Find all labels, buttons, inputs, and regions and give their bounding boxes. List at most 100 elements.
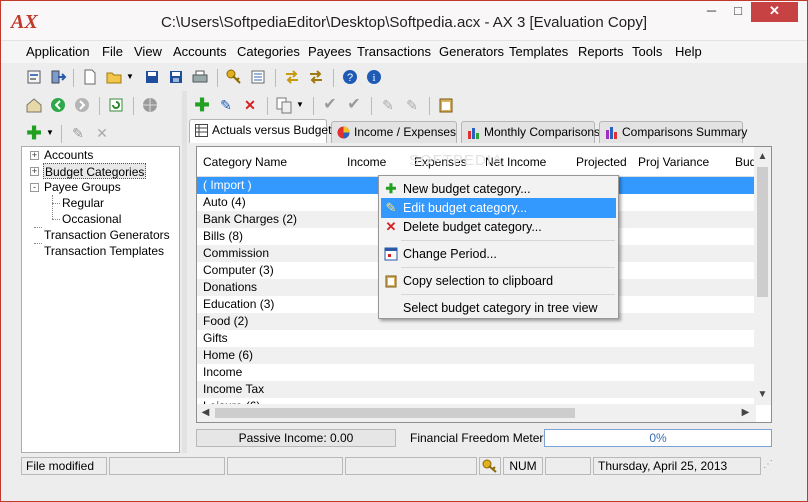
menu-item-edit-budget-category[interactable]: ✎ Edit budget category... (381, 198, 616, 218)
clear-icon[interactable]: ✎ (379, 96, 397, 114)
menu-generators[interactable]: Generators (439, 44, 504, 59)
menu-view[interactable]: View (134, 44, 162, 59)
dropdown-arrow-icon[interactable]: ▼ (45, 124, 55, 142)
delete-icon[interactable]: ✕ (241, 96, 259, 114)
keys-icon[interactable] (225, 68, 243, 86)
help-icon[interactable]: ? (341, 68, 359, 86)
new-file-icon[interactable] (81, 68, 99, 86)
title-bar[interactable]: AX C:\Users\SoftpediaEditor\Desktop\Soft… (1, 1, 807, 41)
column-header-category-name[interactable]: Category Name (203, 155, 287, 169)
edit-icon[interactable]: ✎ (69, 124, 87, 142)
clear-all-icon[interactable]: ✎ (403, 96, 421, 114)
scroll-down-icon[interactable]: ▼ (754, 389, 771, 400)
grid-toolbar: ✚ ✎ ✕ ▼ ✔ ✔ ✎ ✎ (189, 93, 789, 119)
tab-label: Comparisons Summary (622, 125, 748, 139)
forward-icon[interactable] (73, 96, 91, 114)
tree-node-transaction-generators[interactable]: Transaction Generators (44, 227, 170, 243)
menu-help[interactable]: Help (675, 44, 702, 59)
menu-categories[interactable]: Categories (237, 44, 300, 59)
save-as-icon[interactable] (167, 68, 185, 86)
tree-node-occasional[interactable]: Occasional (62, 211, 121, 227)
menu-payees[interactable]: Payees (308, 44, 351, 59)
table-row[interactable]: Income (197, 364, 755, 381)
copy-icon[interactable] (275, 96, 293, 114)
open-folder-icon[interactable] (105, 68, 123, 86)
add-icon[interactable]: ✚ (193, 96, 211, 114)
menu-item-label: New budget category... (403, 182, 531, 196)
globe-icon[interactable] (141, 96, 159, 114)
menu-templates[interactable]: Templates (509, 44, 568, 59)
swap-alt-icon[interactable] (307, 68, 325, 86)
minimize-button[interactable]: ─ (698, 2, 725, 22)
table-row[interactable]: Home (6) (197, 347, 755, 364)
edit-icon[interactable]: ✎ (217, 96, 235, 114)
menu-accounts[interactable]: Accounts (173, 44, 226, 59)
resize-grip-icon[interactable]: ⋰ (763, 457, 781, 475)
status-bar: File modified NUM Thursday, April 25, 20… (21, 456, 807, 476)
menu-item-select-in-tree[interactable]: Select budget category in tree view (381, 298, 616, 318)
check-all-icon[interactable]: ✔ (345, 96, 363, 114)
tab-monthly-comparisons[interactable]: Monthly Comparisons (461, 121, 600, 143)
exit-icon[interactable] (49, 68, 67, 86)
clipboard-icon[interactable] (437, 96, 455, 114)
tree-node-budget-categories[interactable]: Budget Categories (43, 163, 147, 179)
menu-item-label: Select budget category in tree view (403, 301, 598, 315)
scroll-left-icon[interactable]: ◀ (197, 407, 214, 418)
maximize-button[interactable]: □ (725, 2, 751, 22)
close-button[interactable]: ✕ (751, 2, 798, 22)
print-icon[interactable] (191, 68, 209, 86)
app-window: AX C:\Users\SoftpediaEditor\Desktop\Soft… (0, 0, 808, 502)
column-header-income[interactable]: Income (347, 155, 386, 169)
info-icon[interactable]: i (365, 68, 383, 86)
list-icon[interactable] (249, 68, 267, 86)
back-icon[interactable] (49, 96, 67, 114)
financial-freedom-meter: 0% (544, 429, 772, 447)
column-header-projected[interactable]: Projected (576, 155, 627, 169)
nav-toolbar (21, 93, 181, 119)
menu-item-new-budget-category[interactable]: ✚ New budget category... (381, 179, 616, 199)
tree-node-transaction-templates[interactable]: Transaction Templates (44, 243, 164, 259)
delete-icon[interactable]: ✕ (93, 124, 111, 142)
menu-reports[interactable]: Reports (578, 44, 624, 59)
scroll-thumb[interactable] (215, 408, 575, 418)
menu-item-copy-selection[interactable]: Copy selection to clipboard (381, 271, 616, 291)
save-icon[interactable] (143, 68, 161, 86)
scroll-right-icon[interactable]: ▶ (737, 407, 754, 418)
tab-actuals-versus-budget[interactable]: Actuals versus Budget (189, 119, 331, 143)
expand-icon[interactable]: + (30, 151, 39, 160)
collapse-icon[interactable]: - (30, 183, 39, 192)
tree-node-payee-groups[interactable]: Payee Groups (44, 179, 121, 195)
menu-tools[interactable]: Tools (632, 44, 662, 59)
home-icon[interactable] (25, 96, 43, 114)
menu-item-change-period[interactable]: Change Period... (381, 244, 616, 264)
status-panel-empty (545, 457, 591, 475)
table-row[interactable]: Gifts (197, 330, 755, 347)
dropdown-arrow-icon[interactable]: ▼ (125, 68, 135, 86)
expand-icon[interactable]: + (30, 167, 39, 176)
menu-item-label: Change Period... (403, 247, 497, 261)
menu-application[interactable]: Application (26, 44, 90, 59)
tab-income-expenses[interactable]: Income / Expenses (331, 121, 457, 143)
meter-bar: Passive Income: 0.00 Financial Freedom M… (196, 428, 772, 448)
add-icon[interactable]: ✚ (25, 124, 43, 142)
menu-transactions[interactable]: Transactions (357, 44, 431, 59)
refresh-icon[interactable] (107, 96, 125, 114)
menu-item-delete-budget-category[interactable]: ✕ Delete budget category... (381, 217, 616, 237)
tree-node-regular[interactable]: Regular (62, 195, 104, 211)
horizontal-scrollbar[interactable]: ◀ ▶ (197, 404, 756, 422)
tree-node-accounts[interactable]: Accounts (44, 147, 93, 163)
properties-icon[interactable] (25, 68, 43, 86)
vertical-scrollbar[interactable]: ▲ ▼ (754, 147, 771, 405)
tab-comparisons-summary[interactable]: Comparisons Summary (599, 121, 747, 143)
table-row[interactable]: Income Tax (197, 381, 755, 398)
pane-splitter[interactable] (182, 91, 187, 453)
scroll-up-icon[interactable]: ▲ (754, 151, 771, 162)
swap-icon[interactable] (283, 68, 301, 86)
menu-bar: Application File View Accounts Categorie… (1, 41, 807, 63)
dropdown-arrow-icon[interactable]: ▼ (295, 96, 305, 114)
column-header-proj-variance[interactable]: Proj Variance (638, 155, 709, 169)
menu-file[interactable]: File (102, 44, 123, 59)
status-date: Thursday, April 25, 2013 (593, 457, 761, 475)
check-icon[interactable]: ✔ (321, 96, 339, 114)
scroll-thumb[interactable] (757, 167, 768, 297)
